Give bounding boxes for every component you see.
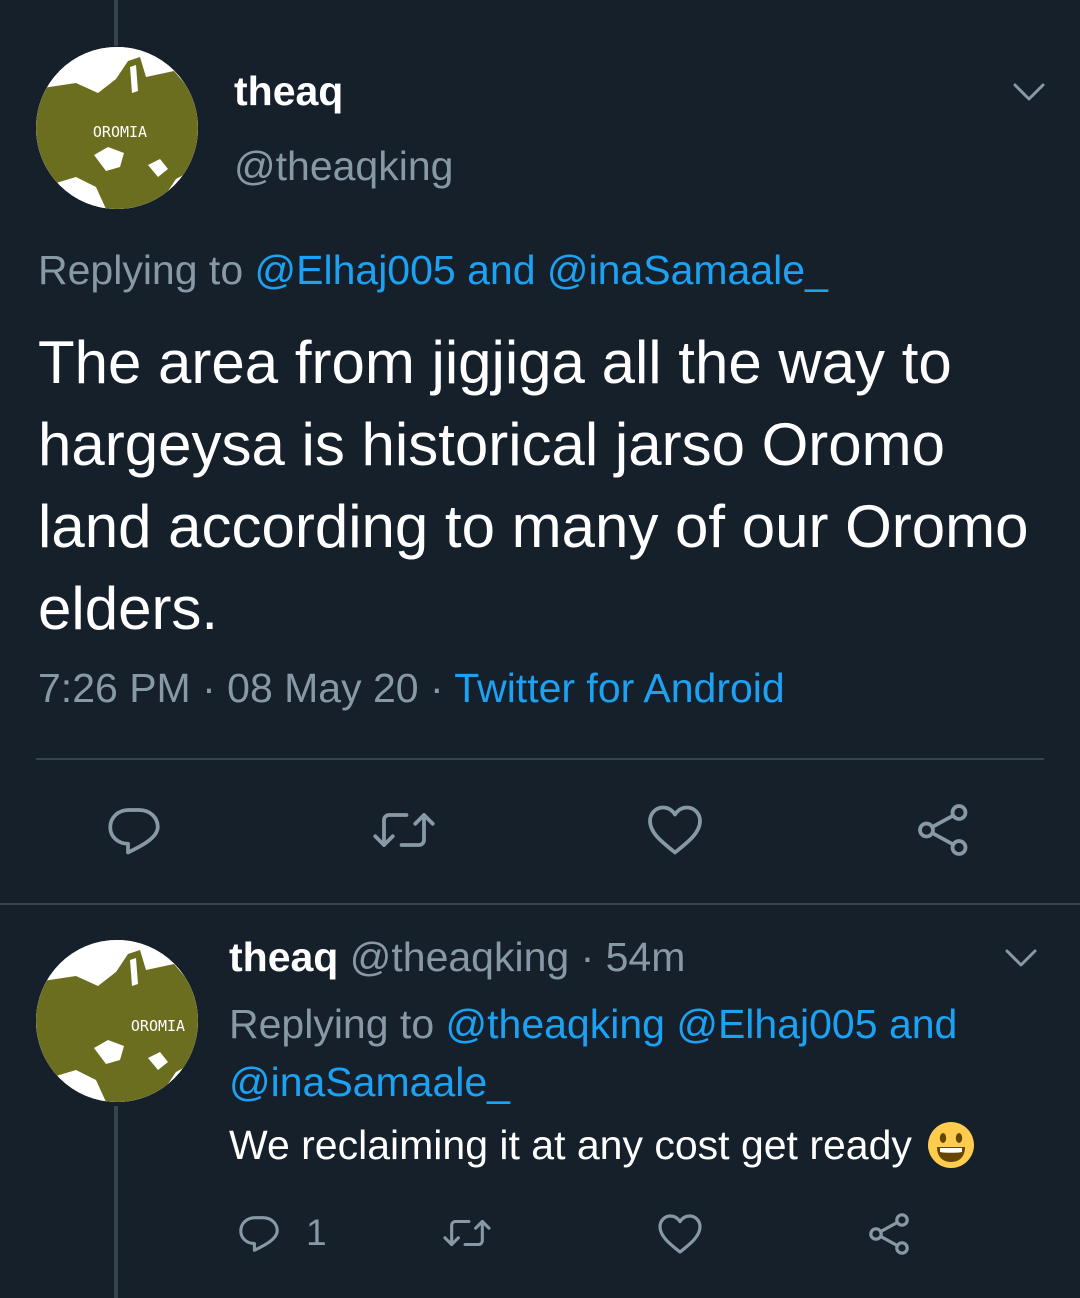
share-icon (918, 804, 968, 856)
avatar[interactable]: OROMIA (36, 47, 198, 209)
mention-link[interactable]: @inaSamaale_ (547, 247, 828, 293)
retweet-icon (443, 1219, 491, 1247)
heart-icon (658, 1214, 702, 1254)
meta-separator: · (190, 665, 228, 711)
retweet-icon (373, 813, 435, 847)
reply-text-row: We reclaiming it at any cost get ready (229, 1120, 976, 1170)
reply-icon (108, 808, 160, 855)
tweet-text: The area from jigjiga all the way to har… (38, 329, 1029, 642)
mention-link[interactable]: @inaSamaale_ (229, 1059, 510, 1105)
replying-and[interactable]: and (456, 247, 547, 293)
smiley-emoji-icon (927, 1122, 974, 1168)
reply-author-display-name[interactable]: theaq (229, 934, 338, 980)
share-button[interactable] (866, 1210, 914, 1258)
replying-to: Replying to @theaqking @Elhaj005 and @in… (229, 995, 1029, 1111)
like-button[interactable] (645, 800, 705, 860)
divider (36, 758, 1044, 760)
mention-link[interactable]: @Elhaj005 (665, 1001, 877, 1047)
tweet-time: 7:26 PM (38, 665, 191, 711)
retweet-button[interactable] (440, 1210, 494, 1256)
tweet-source-link[interactable]: Twitter for Android (454, 665, 784, 711)
author-display-name[interactable]: theaq (234, 68, 343, 115)
share-button[interactable] (914, 800, 974, 860)
reply-age: 54m (605, 934, 686, 980)
replying-to: Replying to @Elhaj005 and @inaSamaale_ (38, 247, 828, 294)
heart-icon (648, 805, 702, 855)
reply-header: theaq @theaqking · 54m (229, 934, 685, 981)
mention-link[interactable]: @theaqking (446, 1001, 665, 1047)
header-separator: · (569, 934, 606, 980)
reply-button[interactable] (104, 800, 164, 860)
reply-tweet-text: We reclaiming it at any cost get ready (229, 1121, 912, 1168)
like-button[interactable] (656, 1210, 704, 1258)
oromia-map-avatar: OROMIA (36, 940, 198, 1102)
retweet-button[interactable] (370, 800, 438, 860)
author-handle[interactable]: @theaqking (234, 143, 453, 190)
meta-separator: · (418, 665, 455, 711)
chevron-down-icon[interactable] (1012, 82, 1046, 102)
replying-and[interactable]: and (878, 1001, 957, 1047)
thread-line-top (114, 0, 118, 46)
avatar[interactable]: OROMIA (36, 940, 198, 1102)
replying-prefix: Replying to (38, 247, 255, 293)
thread-line-bottom (114, 1106, 118, 1298)
mention-link[interactable]: @Elhaj005 (255, 247, 456, 293)
reply-icon (239, 1216, 279, 1252)
oromia-map-avatar: OROMIA (36, 47, 198, 209)
section-divider (0, 903, 1080, 905)
reply-count: 1 (306, 1212, 327, 1253)
avatar-label: OROMIA (93, 123, 147, 141)
replying-prefix: Replying to (229, 1001, 446, 1047)
tweet-date: 08 May 20 (227, 665, 419, 711)
tweet-meta: 7:26 PM · 08 May 20 · Twitter for Androi… (38, 665, 785, 712)
reply-button[interactable]: 1 (236, 1210, 327, 1256)
reply-author-handle[interactable]: @theaqking (338, 934, 569, 980)
chevron-down-icon[interactable] (1004, 948, 1038, 968)
share-icon (869, 1213, 909, 1255)
avatar-label: OROMIA (131, 1017, 185, 1035)
